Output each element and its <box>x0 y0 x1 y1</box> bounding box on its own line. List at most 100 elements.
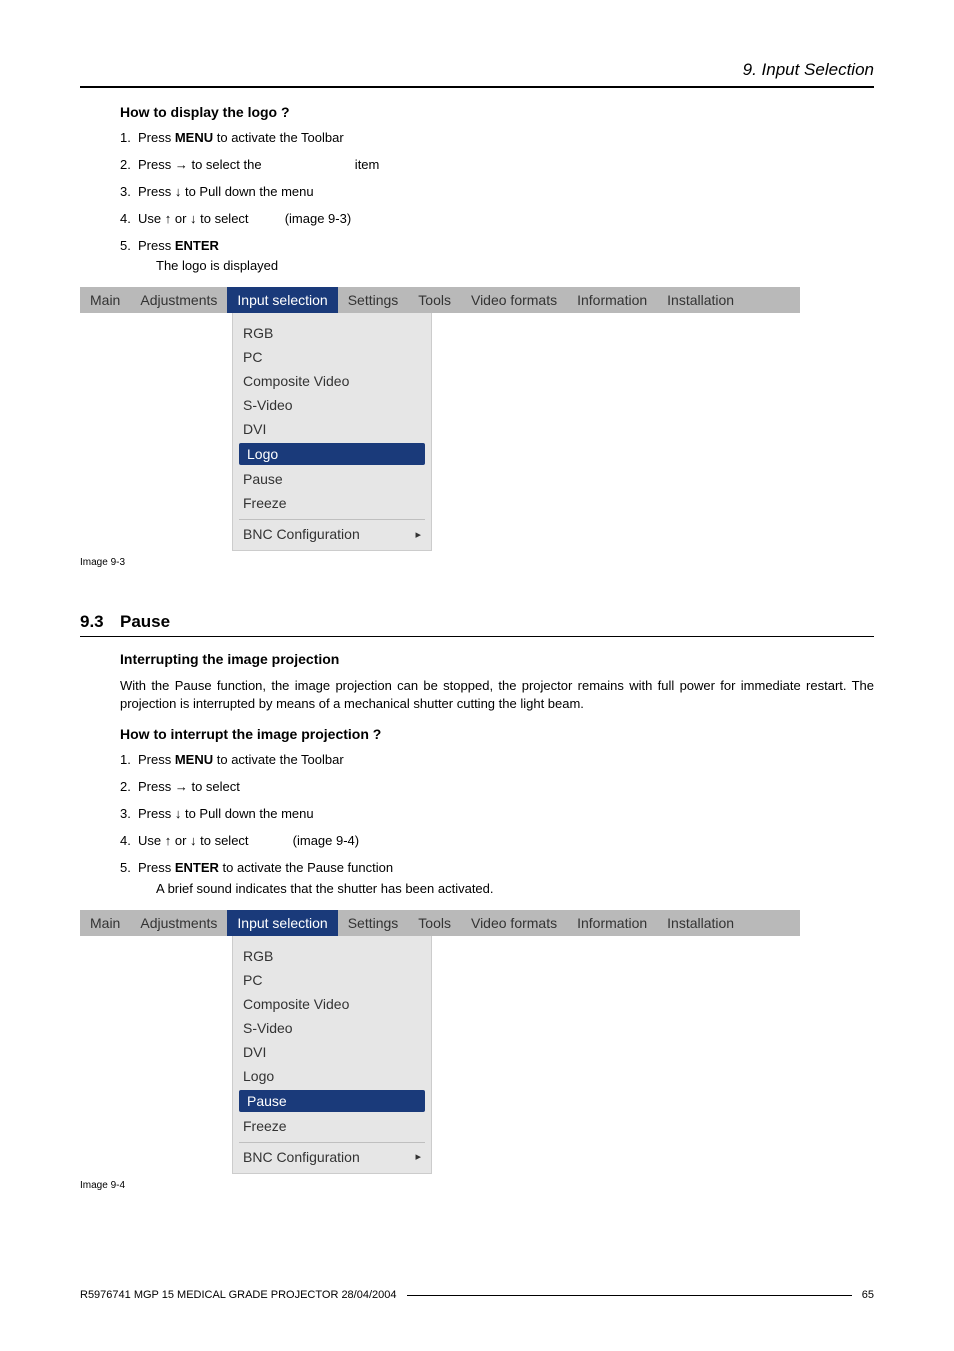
dd-pause[interactable]: Pause <box>233 467 431 491</box>
menu-adjustments[interactable]: Adjustments <box>130 287 227 313</box>
text-run: Press → to select <box>138 779 243 794</box>
figure-9-4: Main Adjustments Input selection Setting… <box>80 910 874 1174</box>
menu-main[interactable]: Main <box>80 287 130 313</box>
dd-pc[interactable]: PC <box>233 345 431 369</box>
step-item: 4. Use ↑ or ↓ to select Logo (image 9-3) <box>120 211 874 228</box>
submenu-arrow-icon: ▸ <box>409 1150 427 1163</box>
step-text: Use ↑ or ↓ to select Logo (image 9-3) <box>138 211 874 228</box>
dd-dvi[interactable]: DVI <box>233 1040 431 1064</box>
footer-rule <box>407 1295 852 1296</box>
dd-composite-video[interactable]: Composite Video <box>233 369 431 393</box>
menu-video-formats[interactable]: Video formats <box>461 910 567 936</box>
text-run: Press <box>138 752 175 767</box>
heading-interrupt: Interrupting the image projection <box>120 651 874 667</box>
dd-s-video[interactable]: S-Video <box>233 1016 431 1040</box>
step-number: 3. <box>120 806 138 823</box>
text-bold: ENTER <box>175 860 219 875</box>
dd-rgb[interactable]: RGB <box>233 944 431 968</box>
text-run: to activate the Pause function <box>219 860 393 875</box>
step-sub: A brief sound indicates that the shutter… <box>156 881 874 898</box>
dd-bnc-label: BNC Configuration <box>243 1149 360 1165</box>
spacer <box>80 313 232 551</box>
dd-logo[interactable]: Logo <box>239 443 425 465</box>
text-run: Use ↑ or ↓ to select <box>138 833 252 848</box>
menu-tools[interactable]: Tools <box>408 910 461 936</box>
chapter-title: 9. Input Selection <box>80 60 874 80</box>
steps-pause: 1. Press MENU to activate the Toolbar 2.… <box>120 752 874 897</box>
page-number: 65 <box>862 1289 874 1301</box>
step-text: Press → to select the Input Selection it… <box>138 157 874 174</box>
dropdown-input-selection: RGB PC Composite Video S-Video DVI Logo … <box>232 936 432 1174</box>
footer-left: R5976741 MGP 15 MEDICAL GRADE PROJECTOR … <box>80 1289 397 1301</box>
section-9-3-heading: 9.3 Pause <box>80 612 874 632</box>
menu-settings[interactable]: Settings <box>338 287 409 313</box>
spacer <box>80 936 232 1174</box>
menu-adjustments[interactable]: Adjustments <box>130 910 227 936</box>
text-run: to activate the Toolbar <box>213 130 344 145</box>
step-text: Press ↓ to Pull down the menu <box>138 806 874 823</box>
menu-information[interactable]: Information <box>567 910 657 936</box>
section-title: Pause <box>120 612 170 632</box>
dd-bnc-configuration[interactable]: BNC Configuration ▸ <box>233 1143 431 1169</box>
step-text: Press MENU to activate the Toolbar <box>138 752 874 769</box>
text-bold: MENU <box>175 130 213 145</box>
step-number: 4. <box>120 211 138 228</box>
dd-freeze[interactable]: Freeze <box>233 1114 431 1138</box>
text-run: to activate the Toolbar <box>213 752 344 767</box>
dd-pause[interactable]: Pause <box>239 1090 425 1112</box>
step-number: 5. <box>120 860 138 898</box>
menu-video-formats[interactable]: Video formats <box>461 287 567 313</box>
figure-9-3: Main Adjustments Input selection Setting… <box>80 287 874 551</box>
step-text: Press ↓ to Pull down the menu <box>138 184 874 201</box>
text-run: Use ↑ or ↓ to select <box>138 211 252 226</box>
menu-tools[interactable]: Tools <box>408 287 461 313</box>
steps-logo: 1. Press MENU to activate the Toolbar 2.… <box>120 130 874 275</box>
step-item: 1. Press MENU to activate the Toolbar <box>120 752 874 769</box>
step-number: 1. <box>120 752 138 769</box>
step-text: Press → to select Input Selection <box>138 779 874 796</box>
text-italic: Input Selection <box>243 779 329 794</box>
dd-dvi[interactable]: DVI <box>233 417 431 441</box>
step-item: 3. Press ↓ to Pull down the menu <box>120 184 874 201</box>
caption-9-4: Image 9-4 <box>80 1180 874 1191</box>
menu-installation[interactable]: Installation <box>657 910 744 936</box>
step-item: 2. Press → to select Input Selection <box>120 779 874 796</box>
menu-information[interactable]: Information <box>567 287 657 313</box>
content-area: How to display the logo ? 1. Press MENU … <box>80 104 874 1191</box>
text-bold: ENTER <box>175 238 219 253</box>
heading-howto-interrupt: How to interrupt the image projection ? <box>120 726 874 742</box>
step-item: 4. Use ↑ or ↓ to select Pause (image 9-4… <box>120 833 874 850</box>
dd-composite-video[interactable]: Composite Video <box>233 992 431 1016</box>
dd-rgb[interactable]: RGB <box>233 321 431 345</box>
step-text: Press ENTER to activate the Pause functi… <box>138 860 874 898</box>
dropdown-input-selection: RGB PC Composite Video S-Video DVI Logo … <box>232 313 432 551</box>
step-item: 5. Press ENTER The logo is displayed <box>120 238 874 276</box>
menu-input-selection[interactable]: Input selection <box>227 287 337 313</box>
menu-settings[interactable]: Settings <box>338 910 409 936</box>
text-italic: Input Selection <box>265 157 351 172</box>
menu-main[interactable]: Main <box>80 910 130 936</box>
text-italic: Logo <box>252 211 281 226</box>
menu-installation[interactable]: Installation <box>657 287 744 313</box>
step-text: Use ↑ or ↓ to select Pause (image 9-4) <box>138 833 874 850</box>
step-item: 1. Press MENU to activate the Toolbar <box>120 130 874 147</box>
step-item: 2. Press → to select the Input Selection… <box>120 157 874 174</box>
menu-input-selection[interactable]: Input selection <box>227 910 337 936</box>
step-item: 5. Press ENTER to activate the Pause fun… <box>120 860 874 898</box>
dd-s-video[interactable]: S-Video <box>233 393 431 417</box>
page: 9. Input Selection How to display the lo… <box>0 0 954 1351</box>
dd-freeze[interactable]: Freeze <box>233 491 431 515</box>
step-number: 3. <box>120 184 138 201</box>
dd-pc[interactable]: PC <box>233 968 431 992</box>
dd-logo[interactable]: Logo <box>233 1064 431 1088</box>
step-item: 3. Press ↓ to Pull down the menu <box>120 806 874 823</box>
step-sub: The logo is displayed <box>156 258 874 275</box>
step-text: Press ENTER The logo is displayed <box>138 238 874 276</box>
dd-bnc-label: BNC Configuration <box>243 526 360 542</box>
step-number: 5. <box>120 238 138 276</box>
step-number: 1. <box>120 130 138 147</box>
dd-bnc-configuration[interactable]: BNC Configuration ▸ <box>233 520 431 546</box>
caption-9-3: Image 9-3 <box>80 557 874 568</box>
text-run: (image 9-4) <box>289 833 359 848</box>
submenu-arrow-icon: ▸ <box>409 528 427 541</box>
